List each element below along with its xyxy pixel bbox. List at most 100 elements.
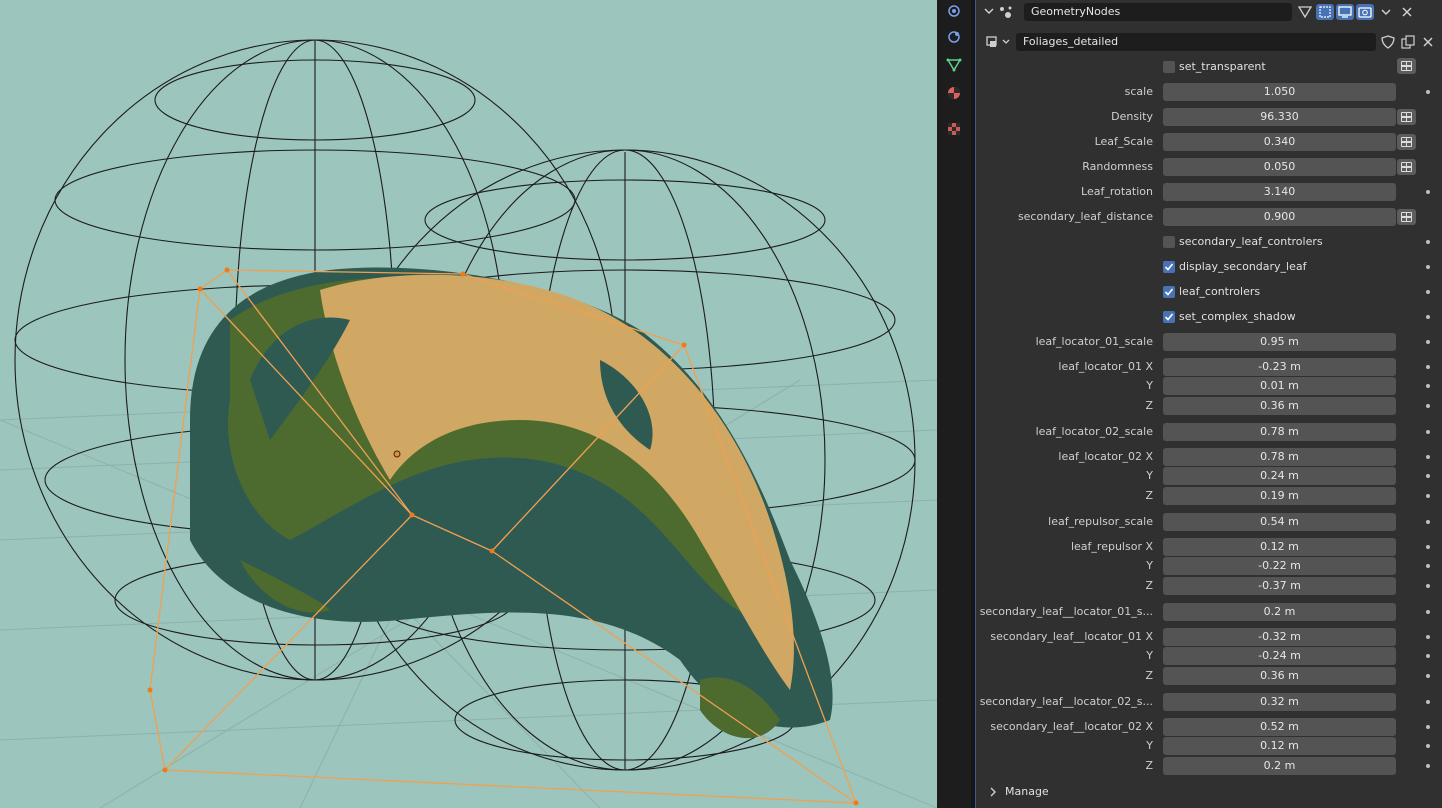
keyframe-dot-icon[interactable] [1426,674,1430,678]
modifier-name-field[interactable]: GeometryNodes [1024,3,1292,21]
scene-icon[interactable] [943,0,965,22]
keyframe-dot-icon[interactable] [1426,384,1430,388]
leaf-repulsor-scale-label: leaf_repulsor_scale [1048,515,1153,528]
keyframe-dot-icon[interactable] [1426,240,1430,244]
secondary-leaf-locator-02-scale-field[interactable]: 0.32 m [1163,693,1396,711]
leaf-locator-01-y-field[interactable]: 0.01 m [1163,377,1396,395]
node-tree-browse-icon[interactable] [985,33,1013,51]
leaf-locator-02-x-field[interactable]: 0.78 m [1163,448,1396,466]
keyframe-dot-icon[interactable] [1426,635,1430,639]
unlink-close-icon[interactable] [1419,34,1437,50]
secondary-leaf-locator-01-y-field[interactable]: -0.24 m [1163,647,1396,665]
modifier-header: GeometryNodes [976,1,1442,23]
keyframe-dot-icon[interactable] [1426,520,1430,524]
leaf-repulsor-z-label: Z [1145,579,1153,592]
secondary-leaf-locator-01-x-field[interactable]: -0.32 m [1163,628,1396,646]
keyframe-dot-icon[interactable] [1426,764,1430,768]
keyframe-dot-icon[interactable] [1426,190,1430,194]
leaf-repulsor-scale-field[interactable]: 0.54 m [1163,513,1396,531]
leaf-rotation-field[interactable]: 3.140 [1163,183,1396,201]
leaf-locator-02-scale-field[interactable]: 0.78 m [1163,423,1396,441]
keyframe-dot-icon[interactable] [1426,365,1430,369]
keyframe-dot-icon[interactable] [1426,315,1430,319]
secondary-leaf-locator-01-scale-field[interactable]: 0.2 m [1163,603,1396,621]
edit-mode-icon[interactable] [1316,4,1334,20]
secondary-leaf-locator-01-x-label: secondary_leaf__locator_01 X [990,630,1153,643]
foliage-mesh[interactable] [190,267,833,739]
keyframe-dot-icon[interactable] [1426,725,1430,729]
manage-panel-header[interactable]: Manage [1005,783,1049,801]
leaf-repulsor-y-label: Y [1146,559,1153,572]
render-camera-icon[interactable] [1356,4,1374,20]
leaf-controlers-checkbox[interactable] [1163,286,1175,298]
leaf-scale-label: Leaf_Scale [1094,135,1153,148]
leaf-repulsor-z-field[interactable]: -0.37 m [1163,577,1396,595]
mesh-data-icon[interactable] [943,54,965,76]
secondary-leaf-controlers-checkbox[interactable] [1163,236,1175,248]
viewport-scene[interactable] [0,0,937,808]
keyframe-dot-icon[interactable] [1426,90,1430,94]
keyframe-dot-icon[interactable] [1426,494,1430,498]
keyframe-dot-icon[interactable] [1426,430,1430,434]
chevron-down-icon[interactable] [984,6,994,19]
leaf-locator-01-scale-field[interactable]: 0.95 m [1163,333,1396,351]
keyframe-dot-icon[interactable] [1426,474,1430,478]
secondary-leaf-locator-01-z-field[interactable]: 0.36 m [1163,667,1396,685]
keyframe-dot-icon[interactable] [1426,265,1430,269]
checkmark-icon [1164,288,1174,296]
leaf-rotation-label: Leaf_rotation [1081,185,1153,198]
keyframe-dot-icon[interactable] [1426,744,1430,748]
leaf-locator-02-y-field[interactable]: 0.24 m [1163,467,1396,485]
edit-mode-cage-icon[interactable] [1296,4,1314,20]
secondary-leaf-locator-02-x-field[interactable]: 0.52 m [1163,718,1396,736]
fake-user-shield-icon[interactable] [1379,34,1397,50]
texture-icon[interactable] [943,118,965,140]
keyframe-dot-icon[interactable] [1426,700,1430,704]
secondary-leaf-distance-field[interactable]: 0.900 [1163,208,1396,226]
keyframe-dot-icon[interactable] [1426,584,1430,588]
keyframe-dot-icon[interactable] [1426,610,1430,614]
keyframe-dot-icon[interactable] [1426,290,1430,294]
leaf-locator-01-z-label: Z [1145,399,1153,412]
set-transparent-checkbox[interactable] [1163,61,1175,73]
node-group-name-field[interactable]: Foliages_detailed [1016,33,1376,51]
secondary-leaf-locator-01-scale-label: secondary_leaf__locator_01_s... [979,605,1153,618]
set-complex-shadow-checkbox[interactable] [1163,311,1175,323]
secondary-leaf-locator-02-x-label: secondary_leaf__locator_02 X [990,720,1153,733]
leaf-repulsor-x-field[interactable]: 0.12 m [1163,538,1396,556]
leaf-locator-01-x-label: leaf_locator_01 X [1058,360,1153,373]
scale-label: scale [1124,85,1153,98]
secondary-leaf-locator-01-y-label: Y [1146,649,1153,662]
density-field[interactable]: 96.330 [1163,108,1396,126]
leaf-locator-02-scale-label: leaf_locator_02_scale [1035,425,1153,438]
leaf-repulsor-x-label: leaf_repulsor X [1070,540,1153,553]
leaf-locator-01-x-field[interactable]: -0.23 m [1163,358,1396,376]
chevron-right-icon[interactable] [988,786,998,801]
secondary-leaf-locator-02-scale-label: secondary_leaf__locator_02_s... [979,695,1153,708]
keyframe-dot-icon[interactable] [1426,340,1430,344]
keyframe-dot-icon[interactable] [1426,564,1430,568]
secondary-leaf-locator-02-z-field[interactable]: 0.2 m [1163,757,1396,775]
modifier-menu-chevron-icon[interactable] [1377,4,1395,20]
keyframe-dot-icon[interactable] [1426,654,1430,658]
3d-viewport[interactable] [0,0,937,808]
scale-field[interactable]: 1.050 [1163,83,1396,101]
keyframe-dot-icon[interactable] [1426,545,1430,549]
material-icon[interactable] [943,82,965,104]
leaf-locator-01-z-field[interactable]: 0.36 m [1163,397,1396,415]
secondary-leaf-locator-02-y-field[interactable]: 0.12 m [1163,737,1396,755]
duplicate-icon[interactable] [1399,34,1417,50]
physics-icon[interactable] [943,26,965,48]
object-origin [393,450,401,458]
close-icon[interactable] [1398,4,1416,20]
leaf-locator-02-y-label: Y [1146,469,1153,482]
leaf-scale-field[interactable]: 0.340 [1163,133,1396,151]
viewport-display-icon[interactable] [1336,4,1354,20]
leaf-locator-02-z-field[interactable]: 0.19 m [1163,487,1396,505]
keyframe-dot-icon[interactable] [1426,404,1430,408]
leaf-repulsor-y-field[interactable]: -0.22 m [1163,557,1396,575]
keyframe-dot-icon[interactable] [1426,455,1430,459]
display-secondary-leaf-checkbox[interactable] [1163,261,1175,273]
modifier-properties-panel: GeometryNodes Foliages_detailed set_tran… [975,0,1442,808]
randomness-field[interactable]: 0.050 [1163,158,1396,176]
